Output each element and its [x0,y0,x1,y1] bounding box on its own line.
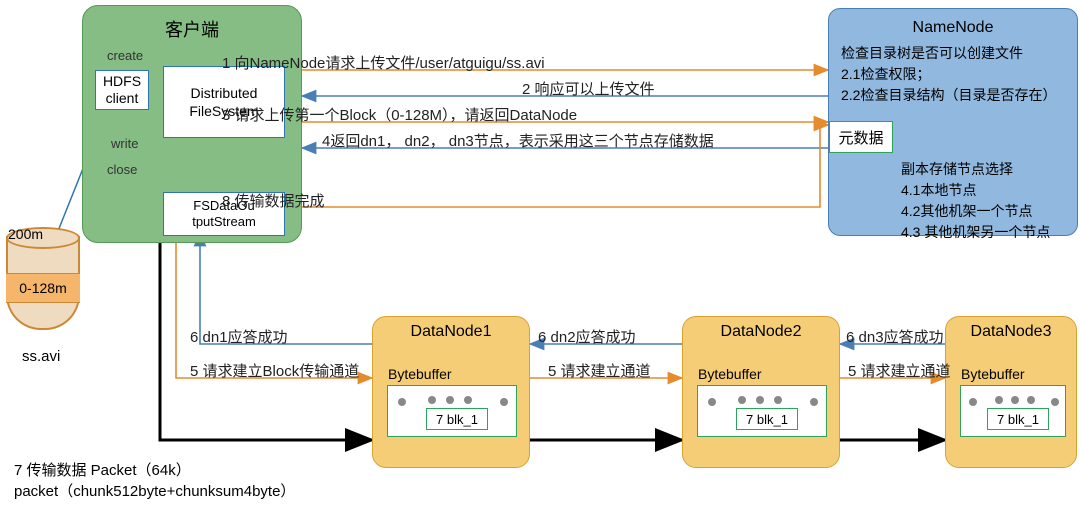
datanode2: DataNode2 Bytebuffer 7 blk_1 [682,316,840,468]
bytebuffer3: Bytebuffer 7 blk_1 [960,385,1066,437]
bottom-caption: 7 传输数据 Packet（64k） packet（chunk512byte+c… [14,460,295,502]
datanode3: DataNode3 Bytebuffer 7 blk_1 [945,316,1077,468]
hdfs-client-box: HDFS client [95,70,149,110]
msg-2: 2 响应可以上传文件 [522,78,655,99]
msg-4: 4返回dn1， dn2， dn3节点，表示采用这三个节点存储数据 [322,130,714,151]
label-create: create [107,48,143,63]
msg-5b: 5 请求建立通道 [548,360,651,381]
nn-check2: 2.1检查权限； [841,64,1056,85]
msg-5c: 5 请求建立通道 [848,360,951,381]
blk2: 7 blk_1 [736,408,798,430]
blk3: 7 blk_1 [987,408,1049,430]
msg-7b: packet（chunk512byte+chunksum4byte） [14,481,295,502]
label-write: write [111,136,138,151]
msg-1: 1 向NameNode请求上传文件/user/atguigu/ss.avi [222,52,545,73]
msg-6b: 6 dn2应答成功 [538,326,636,347]
msg-5a: 5 请求建立Block传输通道 [190,360,359,381]
msg-6a: 6 dn1应答成功 [190,326,288,347]
blk1: 7 blk_1 [426,408,488,430]
msg-6c: 6 dn3应答成功 [846,326,944,347]
metadata-box: 元数据 [829,121,893,153]
disk-size: 200m [8,226,43,242]
msg-8: 8 传输数据完成 [222,190,325,211]
bytebuffer2: Bytebuffer 7 blk_1 [697,385,827,437]
dn3-title: DataNode3 [946,323,1076,341]
disk-band: 0-128m [6,273,80,303]
nn-r2: 4.1本地节点 [901,180,1050,201]
disk-icon: 0-128m [6,227,78,337]
namenode-box: NameNode 检查目录树是否可以创建文件 2.1检查权限； 2.2检查目录结… [828,8,1078,236]
namenode-title: NameNode [829,19,1077,37]
nn-r1: 副本存储节点选择 [901,159,1050,180]
distributed-fs-box: Distributed FileSystem [163,66,285,138]
nn-r4: 4.3 其他机架另一个节点 [901,222,1050,243]
nn-check3: 2.2检查目录结构（目录是否存在） [841,85,1056,106]
client-title: 客户端 [83,16,301,42]
nn-check1: 检查目录树是否可以创建文件 [841,43,1056,64]
msg-3: 3 请求上传第一个Block（0-128M），请返回DataNode [222,104,577,125]
datanode1: DataNode1 Bytebuffer 7 blk_1 [372,316,530,468]
dn1-title: DataNode1 [373,323,529,341]
bytebuffer1: Bytebuffer 7 blk_1 [387,385,517,437]
msg-7: 7 传输数据 Packet（64k） [14,460,295,481]
disk-filename: ss.avi [22,348,60,365]
dn2-title: DataNode2 [683,323,839,341]
label-close: close [107,162,137,177]
nn-r3: 4.2其他机架一个节点 [901,201,1050,222]
